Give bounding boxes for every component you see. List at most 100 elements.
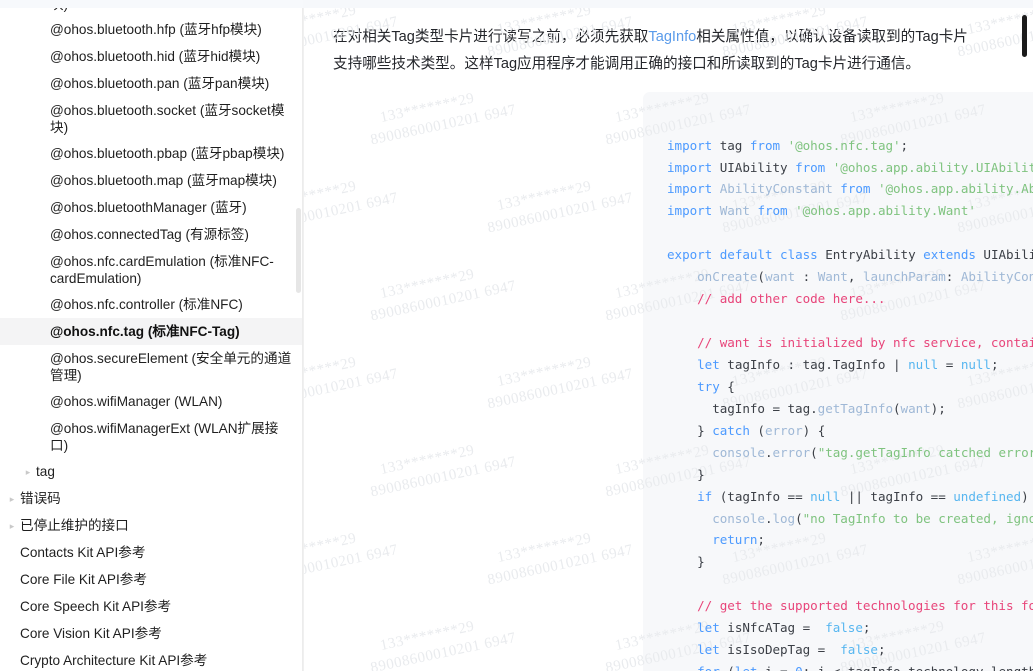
sidebar-item[interactable]: ▸@ohos.secureElement (安全单元的通道管理) xyxy=(0,345,303,388)
caret-spacer: ▸ xyxy=(36,75,48,93)
code-line: } xyxy=(667,466,705,482)
code-line: for (let i = 0; i < tagInfo.technology.l… xyxy=(667,661,1033,671)
sidebar-item-label: 错误码 xyxy=(20,490,61,506)
sidebar-item-list: ▸块)▸@ohos.bluetooth.hfp (蓝牙hfp模块)▸@ohos.… xyxy=(0,0,303,671)
sidebar-item-label: Contacts Kit API参考 xyxy=(20,544,146,560)
sidebar-item[interactable]: ▸ 已停止维护的接口 xyxy=(0,512,303,539)
sidebar-item-label: Core File Kit API参考 xyxy=(20,571,147,587)
code-line: let isIsoDepTag = false; xyxy=(697,642,886,658)
sidebar-item-label: Core Speech Kit API参考 xyxy=(20,598,172,614)
caret-spacer: ▸ xyxy=(36,145,48,163)
code-line: onCreate(want : Want, launchParam: Abili… xyxy=(697,269,1033,285)
sidebar-item-label: @ohos.bluetoothManager (蓝牙) xyxy=(50,199,247,215)
sidebar-item-label: @ohos.bluetooth.hfp (蓝牙hfp模块) xyxy=(50,21,262,37)
watermark: 133*******2989008600010201 6947 xyxy=(486,178,635,237)
sidebar-item-label: Core Vision Kit API参考 xyxy=(20,625,162,641)
main-scrollbar[interactable] xyxy=(1022,15,1027,57)
sidebar-item-label: @ohos.wifiManagerExt (WLAN扩展接口) xyxy=(50,420,279,453)
code-line: import Want from '@ohos.app.ability.Want… xyxy=(667,203,976,219)
sidebar-item[interactable]: ▸@ohos.nfc.tag (标准NFC-Tag) xyxy=(0,318,303,345)
sidebar-item-label: @ohos.wifiManager (WLAN) xyxy=(50,393,223,409)
watermark: 133*******2989008600010201 6947 xyxy=(303,354,400,413)
document-body: tag.TagInfo 在对相关Tag类型卡片进行读写之前，必须先获取TagIn… xyxy=(303,0,1027,72)
code-line: import AbilityConstant from '@ohos.app.a… xyxy=(667,181,1033,197)
sidebar-item-label: @ohos.connectedTag (有源标签) xyxy=(50,226,249,242)
sidebar-item[interactable]: ▸@ohos.connectedTag (有源标签) xyxy=(0,221,303,248)
caret-spacer: ▸ xyxy=(36,0,48,12)
code-line: export default class EntryAbility extend… xyxy=(667,247,1033,263)
sidebar-item[interactable]: ▸Core Speech Kit API参考 xyxy=(0,593,303,620)
caret-spacer: ▸ xyxy=(36,296,48,314)
watermark: 133*******2989008600010201 6947 xyxy=(369,90,518,149)
main-content: 133*******29 89008600010201 6947 133******… xyxy=(303,0,1033,671)
sidebar-item[interactable]: ▸Core File Kit API参考 xyxy=(0,566,303,593)
code-line: // get the supported technologies for th… xyxy=(697,598,1033,614)
chevron-right-icon[interactable]: ▸ xyxy=(6,490,18,508)
watermark: 133*******2989008600010201 6947 xyxy=(486,354,635,413)
code-line: // add other code here... xyxy=(697,291,886,307)
content-left-divider xyxy=(303,0,304,671)
code-line: import tag from '@ohos.nfc.tag'; xyxy=(667,137,909,153)
sidebar-item[interactable]: ▸Contacts Kit API参考 xyxy=(0,539,303,566)
sidebar-item[interactable]: ▸ 错误码 xyxy=(0,485,303,512)
caret-spacer: ▸ xyxy=(36,323,48,341)
sidebar-item[interactable]: ▸@ohos.bluetooth.hid (蓝牙hid模块) xyxy=(0,43,303,70)
sidebar-item[interactable]: ▸@ohos.bluetoothManager (蓝牙) xyxy=(0,194,303,221)
sidebar-item[interactable]: ▸@ohos.wifiManagerExt (WLAN扩展接口) xyxy=(0,415,303,458)
chevron-right-icon[interactable]: ▸ xyxy=(6,517,18,535)
code-line: console.error("tag.getTagInfo catched er… xyxy=(712,444,1033,460)
sidebar-item[interactable]: ▸ tag xyxy=(0,458,303,485)
code-line: if (tagInfo == null || tagInfo == undefi… xyxy=(697,488,1029,504)
code-line: tagInfo = tag.getTagInfo(want); xyxy=(667,400,946,416)
caret-spacer: ▸ xyxy=(36,350,48,368)
caret-spacer: ▸ xyxy=(6,625,18,643)
code-line: } catch (error) { xyxy=(667,422,826,438)
caret-spacer: ▸ xyxy=(36,102,48,120)
caret-spacer: ▸ xyxy=(36,253,48,271)
page-title: tag.TagInfo xyxy=(333,0,1027,5)
watermark: 133*******2989008600010201 6947 xyxy=(486,530,635,589)
sidebar-item-label: 块) xyxy=(50,0,69,12)
sidebar-navigation[interactable]: ▸块)▸@ohos.bluetooth.hfp (蓝牙hfp模块)▸@ohos.… xyxy=(0,0,303,671)
caret-spacer: ▸ xyxy=(36,21,48,39)
sidebar-item[interactable]: ▸@ohos.bluetooth.hfp (蓝牙hfp模块) xyxy=(0,16,303,43)
caret-spacer: ▸ xyxy=(6,598,18,616)
paragraph-text-before-link: 在对相关Tag类型卡片进行读写之前，必须先获取 xyxy=(333,29,649,45)
code-line: console.log("no TagInfo to be created, i… xyxy=(712,510,1033,526)
sidebar-scrollbar[interactable] xyxy=(296,208,301,293)
caret-spacer: ▸ xyxy=(36,393,48,411)
watermark: 133*******2989008600010201 6947 xyxy=(303,530,400,589)
sidebar-item[interactable]: ▸Core Vision Kit API参考 xyxy=(0,620,303,647)
sidebar-item[interactable]: ▸@ohos.nfc.controller (标准NFC) xyxy=(0,291,303,318)
watermark: 133*******2989008600010201 6947 xyxy=(369,618,518,671)
sidebar-item[interactable]: ▸@ohos.bluetooth.map (蓝牙map模块) xyxy=(0,167,303,194)
intro-paragraph: 在对相关Tag类型卡片进行读写之前，必须先获取TagInfo相关属性值，以确认设… xyxy=(333,24,991,78)
sidebar-item[interactable]: ▸@ohos.wifiManager (WLAN) xyxy=(0,388,303,415)
sidebar-item[interactable]: ▸@ohos.bluetooth.pbap (蓝牙pbap模块) xyxy=(0,140,303,167)
sidebar-item[interactable]: ▸Crypto Architecture Kit API参考 xyxy=(0,647,303,671)
watermark: 133*******2989008600010201 6947 xyxy=(369,442,518,501)
watermark: 133*******2989008600010201 6947 xyxy=(369,266,518,325)
sidebar-item-label: @ohos.bluetooth.pbap (蓝牙pbap模块) xyxy=(50,145,285,161)
sidebar-item-label: 已停止维护的接口 xyxy=(20,517,129,533)
caret-spacer: ▸ xyxy=(36,199,48,217)
caret-spacer: ▸ xyxy=(36,420,48,438)
code-line: } xyxy=(667,554,705,570)
caret-spacer: ▸ xyxy=(6,652,18,670)
sidebar-item[interactable]: ▸@ohos.nfc.cardEmulation (标准NFC-cardEmul… xyxy=(0,248,303,291)
caret-spacer: ▸ xyxy=(36,226,48,244)
sidebar-item[interactable]: ▸@ohos.bluetooth.socket (蓝牙socket模块) xyxy=(0,97,303,140)
sidebar-item[interactable]: ▸@ohos.bluetooth.pan (蓝牙pan模块) xyxy=(0,70,303,97)
sidebar-item-label: @ohos.bluetooth.map (蓝牙map模块) xyxy=(50,172,277,188)
sidebar-item-label: tag xyxy=(36,463,55,479)
sidebar-item-label: @ohos.nfc.tag (标准NFC-Tag) xyxy=(50,323,240,339)
code-sample-block: import tag from '@ohos.nfc.tag'; import U… xyxy=(643,92,1033,671)
sidebar-item[interactable]: ▸块) xyxy=(0,0,303,16)
taginfo-link[interactable]: TagInfo xyxy=(648,29,696,45)
code-line: try { xyxy=(697,378,735,394)
chevron-right-icon[interactable]: ▸ xyxy=(22,463,34,481)
code-content[interactable]: import tag from '@ohos.nfc.tag'; import U… xyxy=(643,105,1033,671)
